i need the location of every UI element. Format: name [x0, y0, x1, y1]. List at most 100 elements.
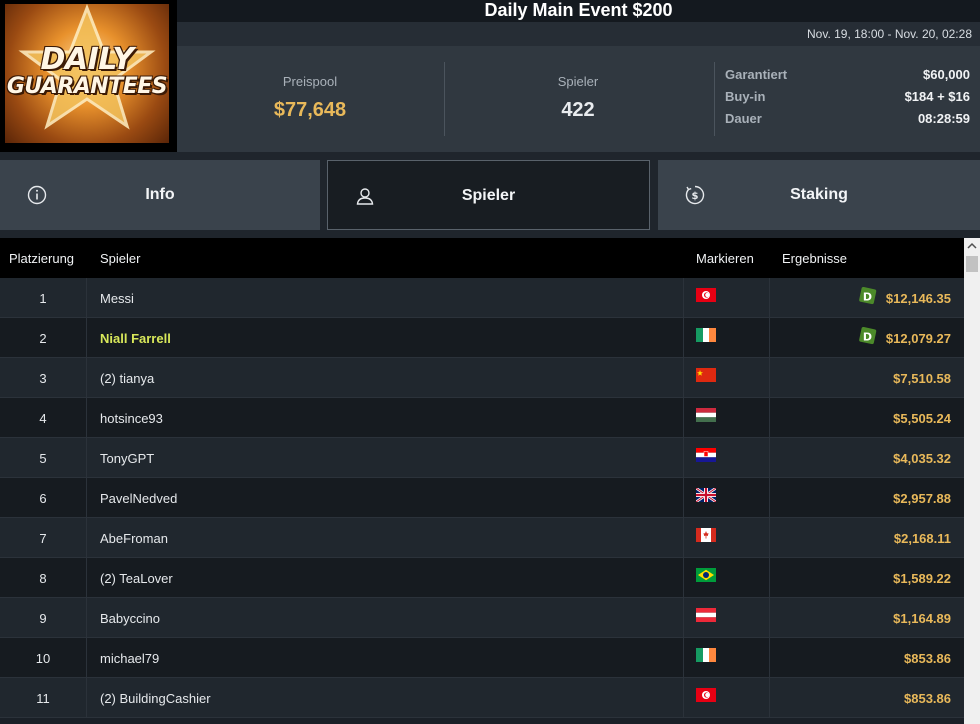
tab-staking-label: Staking	[790, 186, 848, 203]
column-header-result[interactable]: Ergebnisse	[782, 251, 847, 266]
flag-canada-icon	[696, 528, 716, 542]
table-row[interactable]: 6 PavelNedved $2,957.88	[0, 478, 964, 518]
column-divider	[86, 598, 87, 637]
detail-value: $60,000	[923, 67, 970, 82]
player-name[interactable]: michael79	[100, 651, 159, 666]
tab-staking[interactable]: $ Staking	[658, 160, 980, 230]
rank-cell: 1	[39, 291, 47, 306]
players-label: Spieler	[557, 74, 599, 89]
rank-cell: 5	[39, 451, 47, 466]
column-divider	[769, 518, 770, 557]
flag-china-icon	[696, 368, 716, 382]
column-header-flag[interactable]: Markieren	[696, 251, 754, 266]
detail-value: $184 + $16	[904, 89, 970, 104]
table-row[interactable]: 4 hotsince93 $5,505.24	[0, 398, 964, 438]
player-name[interactable]: PavelNedved	[100, 491, 177, 506]
flag-tunisia-icon	[696, 688, 716, 702]
column-divider	[86, 478, 87, 517]
deal-badge-icon: D	[859, 286, 877, 305]
prize-pool-value: $77,648	[273, 99, 347, 121]
column-divider	[683, 558, 684, 597]
rank-cell: 3	[39, 371, 47, 386]
column-divider	[86, 638, 87, 677]
column-divider	[769, 478, 770, 517]
result-cell: $7,510.58	[893, 371, 951, 386]
column-divider	[86, 558, 87, 597]
tab-spieler[interactable]: Spieler	[327, 160, 650, 230]
rank-cell: 4	[39, 411, 47, 426]
rank-cell: 9	[39, 611, 47, 626]
flag-united-kingdom-icon	[696, 488, 716, 502]
detail-value: 08:28:59	[917, 111, 970, 126]
column-divider	[86, 678, 87, 717]
table-row[interactable]: 11 (2) BuildingCashier $853.86	[0, 678, 964, 718]
table-row[interactable]: 8 (2) TeaLover $1,589.22	[0, 558, 964, 598]
event-stats: Preispool $77,648 Spieler 422 Garantiert…	[177, 46, 980, 152]
player-name[interactable]: AbeFroman	[100, 531, 168, 546]
flag-hungary-icon	[696, 408, 716, 422]
logo-line1: DAILY	[40, 42, 134, 77]
event-title: Daily Main Event $200	[177, 0, 980, 22]
player-name[interactable]: hotsince93	[100, 411, 163, 426]
result-cell: $5,505.24	[893, 411, 951, 426]
event-details: Garantiert $60,000 Buy-in $184 + $16 Dau…	[725, 67, 970, 133]
column-divider	[86, 398, 87, 437]
player-name[interactable]: Messi	[100, 291, 134, 306]
scrollbar-thumb[interactable]	[966, 256, 978, 272]
flag-tunisia-icon	[696, 288, 716, 302]
column-divider	[769, 358, 770, 397]
table-row[interactable]: 7 AbeFroman $2,168.11	[0, 518, 964, 558]
detail-label: Buy-in	[725, 89, 766, 104]
column-divider	[683, 318, 684, 357]
player-name[interactable]: Niall Farrell	[100, 331, 171, 346]
column-header-rank[interactable]: Platzierung	[9, 251, 74, 266]
table-row[interactable]: 5 TonyGPT $4,035.32	[0, 438, 964, 478]
table-header: Platzierung Spieler Markieren Ergebnisse	[0, 238, 964, 278]
result-cell: $1,589.22	[893, 571, 951, 586]
players-value: 422	[561, 99, 595, 121]
column-divider	[683, 358, 684, 397]
scroll-up-arrow-icon[interactable]	[964, 238, 980, 254]
result-cell: $853.86	[904, 651, 951, 666]
detail-buyin: Buy-in $184 + $16	[725, 89, 970, 111]
column-divider	[86, 518, 87, 557]
tab-info[interactable]: Info	[0, 160, 320, 230]
player-name[interactable]: (2) TeaLover	[100, 571, 173, 586]
tab-bar: Info Spieler $ Staking	[0, 152, 980, 238]
player-name[interactable]: Babyccino	[100, 611, 160, 626]
table-row[interactable]: 9 Babyccino $1,164.89	[0, 598, 964, 638]
column-divider	[86, 358, 87, 397]
column-divider	[769, 438, 770, 477]
prize-pool-label: Preispool	[282, 74, 338, 89]
scrollbar[interactable]	[964, 238, 980, 724]
detail-label: Garantiert	[725, 67, 788, 82]
result-cell: $2,168.11	[893, 531, 951, 546]
column-header-player[interactable]: Spieler	[100, 251, 140, 266]
event-date-range: Nov. 19, 18:00 - Nov. 20, 02:28	[177, 22, 980, 46]
column-divider	[86, 318, 87, 357]
rank-cell: 6	[39, 491, 47, 506]
deal-badge-icon: D	[859, 326, 877, 345]
result-cell: $1,164.89	[893, 611, 951, 626]
column-divider	[86, 278, 87, 317]
divider	[444, 62, 445, 136]
player-name[interactable]: (2) BuildingCashier	[100, 691, 211, 706]
result-cell: $12,146.35	[885, 291, 951, 306]
table-row[interactable]: 2 Niall Farrell D $12,079.27	[0, 318, 964, 358]
rank-cell: 7	[39, 531, 47, 546]
rank-cell: 2	[39, 331, 47, 346]
table-row[interactable]: 1 Messi D $12,146.35	[0, 278, 964, 318]
player-name[interactable]: (2) tianya	[100, 371, 154, 386]
player-name[interactable]: TonyGPT	[100, 451, 154, 466]
tab-spieler-label: Spieler	[461, 187, 516, 204]
column-divider	[769, 278, 770, 317]
table-row[interactable]: 10 michael79 $853.86	[0, 638, 964, 678]
column-divider	[683, 518, 684, 557]
rank-cell: 11	[36, 691, 50, 706]
column-divider	[683, 678, 684, 717]
result-cell: $853.86	[904, 691, 951, 706]
column-divider	[683, 598, 684, 637]
column-divider	[683, 478, 684, 517]
table-row[interactable]: 3 (2) tianya $7,510.58	[0, 358, 964, 398]
rank-cell: 10	[35, 651, 51, 666]
